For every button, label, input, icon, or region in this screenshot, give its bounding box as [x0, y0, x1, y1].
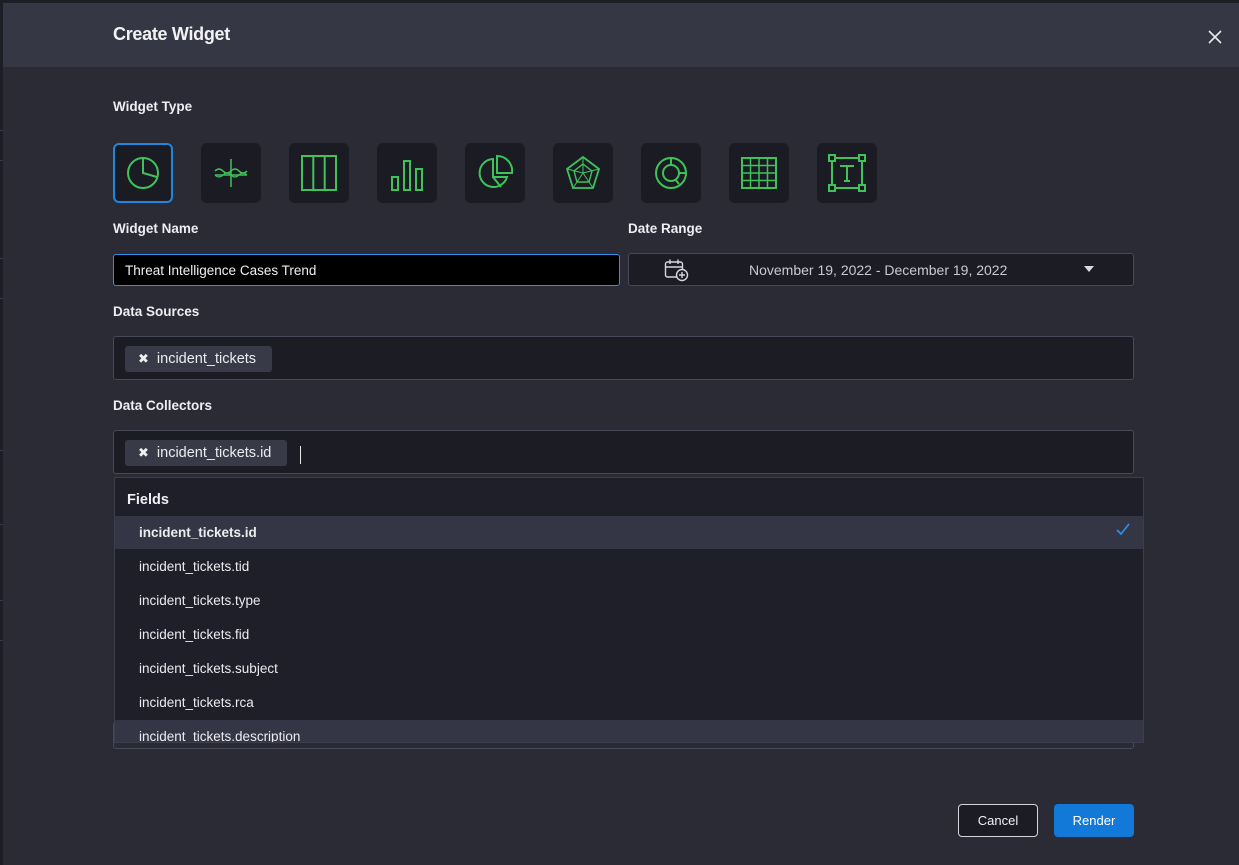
widget-type-donut[interactable]	[641, 143, 701, 203]
dropdown-option-label: incident_tickets.rca	[139, 695, 254, 710]
radar-chart-icon	[565, 155, 601, 189]
data-source-tag: ✖ incident_tickets	[125, 346, 273, 372]
cancel-button[interactable]: Cancel	[958, 804, 1038, 837]
chevron-down-icon	[1084, 266, 1094, 272]
dropdown-option-label: incident_tickets.fid	[139, 627, 250, 642]
date-range-label: Date Range	[628, 221, 703, 236]
modal-header: Create Widget	[3, 3, 1239, 67]
dropdown-option[interactable]: incident_tickets.description	[115, 720, 1143, 743]
data-source-tag-label: incident_tickets	[156, 351, 257, 367]
remove-tag-icon[interactable]: ✖	[138, 351, 149, 367]
donut-chart-icon	[655, 157, 687, 189]
calendar-add-icon	[664, 259, 689, 282]
dropdown-option-label: incident_tickets.tid	[139, 559, 250, 574]
widget-type-text[interactable]	[817, 143, 877, 203]
dropdown-option[interactable]: incident_tickets.id	[115, 516, 1143, 549]
columns-icon	[301, 155, 337, 191]
dropdown-option[interactable]: incident_tickets.tid	[115, 550, 1143, 583]
widget-type-radar[interactable]	[553, 143, 613, 203]
date-range-picker[interactable]: November 19, 2022 - December 19, 2022	[628, 253, 1134, 286]
date-range-value: November 19, 2022 - December 19, 2022	[749, 262, 1008, 278]
dropdown-option[interactable]: incident_tickets.fid	[115, 618, 1143, 651]
widget-name-label: Widget Name	[113, 221, 199, 236]
widget-type-line[interactable]	[201, 143, 261, 203]
widget-type-pie-3d[interactable]	[465, 143, 525, 203]
text-cursor	[300, 446, 301, 464]
widget-type-table[interactable]	[729, 143, 789, 203]
checkmark-icon	[1116, 523, 1130, 536]
dropdown-option-label: incident_tickets.type	[139, 593, 261, 608]
data-sources-input[interactable]: ✖ incident_tickets	[113, 336, 1134, 380]
widget-name-input[interactable]	[113, 254, 620, 286]
close-button[interactable]	[1203, 25, 1227, 49]
data-sources-label: Data Sources	[113, 304, 200, 319]
dropdown-option[interactable]: incident_tickets.subject	[115, 652, 1143, 685]
widget-type-label: Widget Type	[113, 99, 193, 114]
data-collector-tag: ✖ incident_tickets.id	[125, 440, 288, 466]
data-collector-tag-label: incident_tickets.id	[156, 445, 272, 461]
dropdown-option[interactable]: incident_tickets.type	[115, 584, 1143, 617]
dropdown-option[interactable]: incident_tickets.rca	[115, 686, 1143, 719]
dropdown-option-label: incident_tickets.description	[139, 729, 301, 743]
widget-type-columns[interactable]	[289, 143, 349, 203]
dropdown-group-title: Fields	[127, 492, 169, 508]
close-icon	[1208, 30, 1222, 44]
remove-tag-icon[interactable]: ✖	[138, 445, 149, 461]
bar-chart-icon	[391, 160, 423, 191]
widget-type-pie[interactable]	[113, 143, 173, 203]
pie-chart-icon	[127, 157, 159, 189]
fields-dropdown: Fields incident_tickets.id incident_tick…	[114, 477, 1144, 743]
text-box-icon	[828, 154, 866, 192]
dropdown-option-label: incident_tickets.subject	[139, 661, 278, 676]
dropdown-option-label: incident_tickets.id	[139, 525, 257, 540]
pie-3d-icon	[478, 154, 514, 188]
table-grid-icon	[741, 157, 777, 189]
render-button[interactable]: Render	[1054, 804, 1134, 837]
data-collectors-input[interactable]: ✖ incident_tickets.id	[113, 430, 1134, 474]
modal-title: Create Widget	[113, 24, 230, 44]
create-widget-modal: Create Widget Widget Type Widget Name Da…	[3, 3, 1239, 865]
data-collectors-label: Data Collectors	[113, 398, 213, 413]
line-wave-icon	[214, 159, 248, 187]
widget-type-bar[interactable]	[377, 143, 437, 203]
